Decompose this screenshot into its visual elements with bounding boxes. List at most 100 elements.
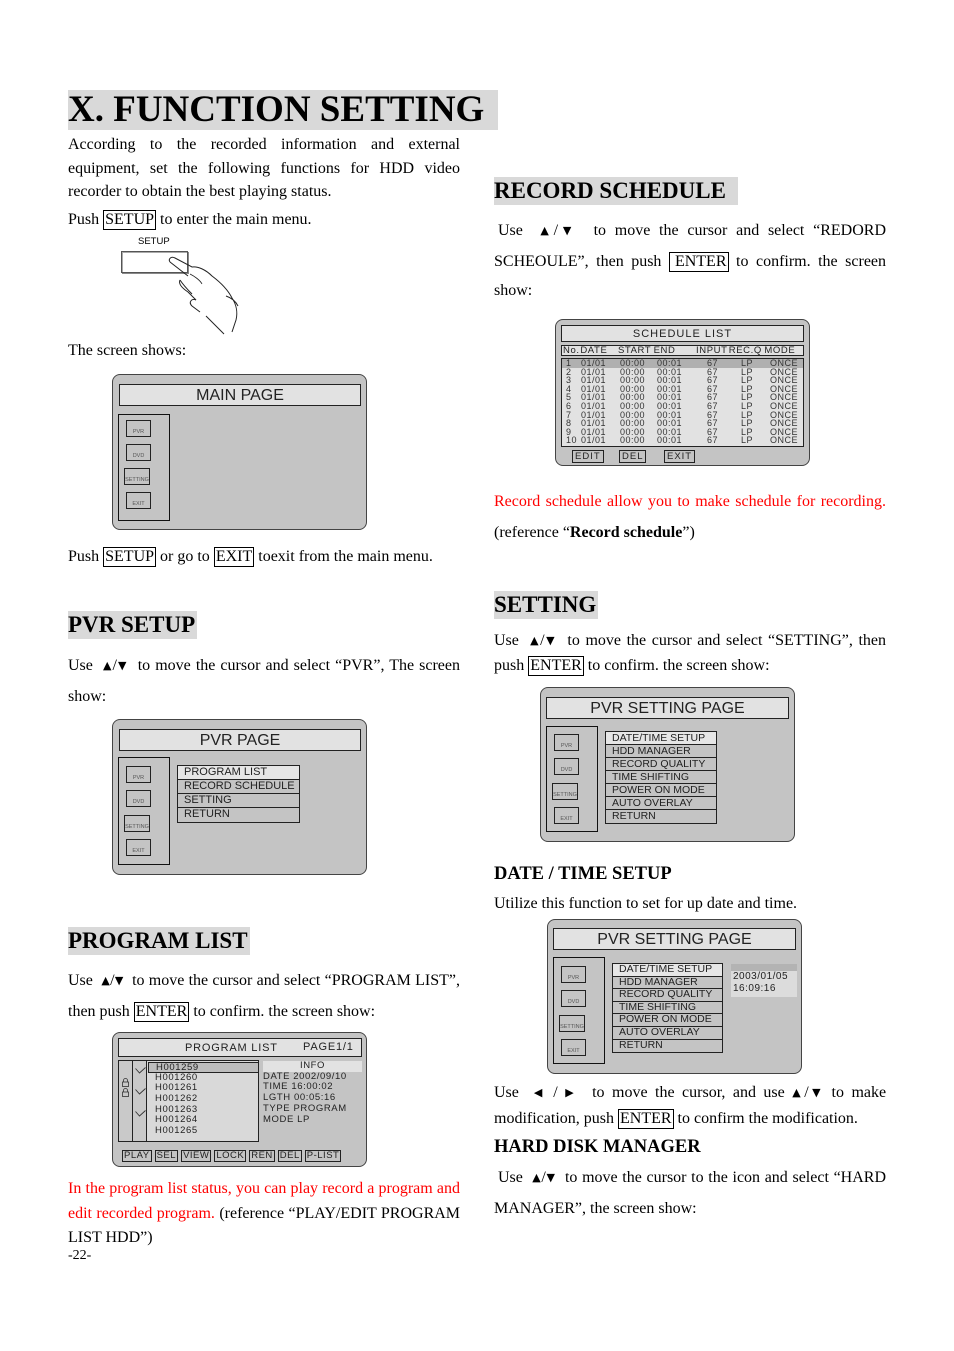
setting-heading: SETTING bbox=[494, 591, 599, 619]
schedule-cell-rec-quality: LP bbox=[741, 435, 754, 446]
dvd-icon-button[interactable]: DVD bbox=[561, 990, 586, 1007]
schedule-header-col-mode: MODE bbox=[764, 345, 796, 356]
up-arrow-icon: ▲ bbox=[101, 974, 111, 987]
program-list-note: In the program list status, you can play… bbox=[68, 1177, 460, 1251]
pvr-page-icon-panel: PVR DVD SETTING EXIT bbox=[118, 757, 170, 865]
up-arrow-icon: ▲ bbox=[532, 1171, 542, 1184]
pvr-setting-menu: DATE/TIME SETUP HDD MANAGER RECORD QUALI… bbox=[605, 731, 717, 824]
menu-item-auto-overlay[interactable]: AUTO OVERLAY bbox=[606, 797, 716, 810]
playlist-button[interactable]: P-LIST bbox=[304, 1150, 342, 1162]
menu-item-date-time-setup[interactable]: DATE/TIME SETUP bbox=[613, 963, 722, 977]
check-icon bbox=[135, 1083, 146, 1096]
play-button[interactable]: PLAY bbox=[122, 1150, 152, 1162]
lock-icon bbox=[122, 1074, 129, 1087]
date-time-menu: DATE/TIME SETUP HDD MANAGER RECORD QUALI… bbox=[612, 963, 723, 1054]
menu-item-record-quality[interactable]: RECORD QUALITY bbox=[606, 758, 716, 771]
pvr-page-menu: PROGRAM LIST RECORD SCHEDULE SETTING RET… bbox=[177, 765, 300, 823]
exit-icon-button[interactable]: EXIT bbox=[126, 839, 151, 856]
menu-item-power-on-mode[interactable]: POWER ON MODE bbox=[606, 784, 716, 797]
date-time-heading: DATE / TIME SETUP bbox=[494, 864, 672, 884]
menu-item-return[interactable]: RETURN bbox=[613, 1039, 722, 1053]
rename-button[interactable]: REN bbox=[249, 1150, 275, 1162]
intro-paragraph: According to the recorded information an… bbox=[68, 136, 460, 200]
menu-item-record-quality[interactable]: RECORD QUALITY bbox=[613, 989, 722, 1002]
menu-item-date-time-setup[interactable]: DATE/TIME SETUP bbox=[606, 732, 716, 745]
schedule-cell-no: 10 bbox=[566, 435, 578, 446]
exit-icon-button[interactable]: EXIT bbox=[126, 492, 151, 509]
lock-icon bbox=[122, 1084, 129, 1098]
schedule-cell-input: 67 bbox=[707, 435, 719, 446]
date-time-screen-title: PVR SETTING PAGE bbox=[553, 928, 796, 950]
menu-item-hdd-manager[interactable]: HDD MANAGER bbox=[606, 745, 716, 758]
remote-setup-illustration: SETUP bbox=[118, 236, 248, 336]
schedule-header-col-date: DATE bbox=[580, 345, 608, 356]
schedule-header-col-input: INPUT bbox=[696, 345, 728, 356]
pvr-icon-button[interactable]: PVR bbox=[554, 734, 579, 751]
schedule-column-headers: No. DATE START END INPUT REC.Q MODE bbox=[561, 345, 804, 356]
hdd-manager-text: Use ▲/▼ to move the cursor to the icon a… bbox=[494, 1163, 886, 1223]
main-page-screen: MAIN PAGE PVR DVD SETTING EXIT bbox=[112, 374, 367, 530]
setup-key: SETUP bbox=[103, 547, 157, 567]
schedule-cell-start: 00:00 bbox=[620, 435, 646, 446]
pvr-icon-button[interactable]: PVR bbox=[561, 966, 586, 983]
exit-key: EXIT bbox=[213, 547, 255, 567]
setting-icon-button[interactable]: SETTING bbox=[124, 468, 150, 485]
exit-button[interactable]: EXIT bbox=[664, 450, 696, 463]
slash: / bbox=[553, 1084, 558, 1101]
main-page-icon-panel: PVR DVD SETTING EXIT bbox=[118, 414, 170, 521]
setting-icon-button[interactable]: SETTING bbox=[124, 815, 150, 832]
select-button[interactable]: SEL bbox=[154, 1150, 179, 1162]
left-arrow-icon: ◀ bbox=[533, 1086, 546, 1099]
schedule-list-title: SCHEDULE LIST bbox=[561, 325, 804, 342]
program-list-text: Use ▲/▼ to move the cursor and select “P… bbox=[68, 966, 460, 1026]
pvr-setup-text: Use ▲/▼ to move the cursor and select “P… bbox=[68, 651, 460, 711]
menu-item-program-list[interactable]: PROGRAM LIST bbox=[178, 766, 299, 780]
up-arrow-icon: ▲ bbox=[530, 634, 541, 647]
menu-item-return[interactable]: RETURN bbox=[178, 808, 299, 822]
page-indicator: PAGE1/1 bbox=[303, 1041, 354, 1053]
exit-note-suffix: toexit from the main menu. bbox=[258, 548, 433, 565]
date-time-value-panel: 2003/01/05 16:09:16 bbox=[731, 964, 797, 997]
menu-item-return[interactable]: RETURN bbox=[606, 810, 716, 823]
schedule-cell-end: 00:01 bbox=[657, 435, 683, 446]
dvd-icon-button[interactable]: DVD bbox=[554, 758, 579, 775]
page-title-block: X. FUNCTION SETTING bbox=[68, 90, 499, 130]
exit-icon-button[interactable]: EXIT bbox=[554, 807, 579, 824]
slash: / bbox=[804, 1084, 809, 1101]
date-field[interactable]: 2003/01/05 bbox=[731, 971, 797, 983]
edit-button[interactable]: EDIT bbox=[572, 450, 604, 463]
menu-item-time-shifting[interactable]: TIME SHIFTING bbox=[606, 771, 716, 784]
delete-button[interactable]: DEL bbox=[277, 1150, 302, 1162]
menu-item-setting[interactable]: SETTING bbox=[178, 794, 299, 808]
date-time-text: Utilize this function to set for up date… bbox=[494, 895, 798, 912]
main-page-title: MAIN PAGE bbox=[119, 384, 361, 406]
setting-icon-button[interactable]: SETTING bbox=[559, 1015, 585, 1032]
time-field[interactable]: 16:09:16 bbox=[731, 983, 797, 995]
use-word: Use bbox=[68, 972, 93, 989]
down-arrow-icon: ▼ bbox=[544, 634, 557, 647]
view-button[interactable]: VIEW bbox=[181, 1150, 212, 1162]
menu-item-record-schedule[interactable]: RECORD SCHEDULE bbox=[178, 780, 299, 794]
pvr-icon-button[interactable]: PVR bbox=[126, 766, 151, 783]
record-schedule-note-ref-bold: Record schedule bbox=[569, 524, 683, 541]
schedule-list-screen: SCHEDULE LIST No. DATE START END INPUT REC.Q M… bbox=[555, 319, 810, 466]
delete-button[interactable]: DEL bbox=[619, 450, 647, 463]
use-word: Use bbox=[498, 1169, 523, 1186]
menu-item-auto-overlay[interactable]: AUTO OVERLAY bbox=[613, 1026, 722, 1040]
exit-icon-button[interactable]: EXIT bbox=[561, 1039, 586, 1056]
lock-button[interactable]: LOCK bbox=[214, 1150, 247, 1162]
pvr-setup-heading: PVR SETUP bbox=[68, 611, 198, 639]
program-row[interactable]: H001265 bbox=[148, 1125, 259, 1137]
schedule-header-col-rec-quality: REC.Q bbox=[728, 345, 762, 356]
use-word: Use bbox=[494, 632, 519, 649]
dvd-icon-button[interactable]: DVD bbox=[126, 444, 151, 461]
schedule-row[interactable]: 10 01/01 00:00 00:01 67 LP ONCE bbox=[562, 436, 803, 445]
info-panel: INFO DATE 2002/09/10 TIME 16:00:02 LGTH … bbox=[263, 1060, 362, 1125]
setting-icon-button[interactable]: SETTING bbox=[552, 783, 578, 800]
date-time-instructions-1: to move the cursor, and use bbox=[592, 1084, 785, 1101]
info-type: TYPE PROGRAM bbox=[263, 1102, 347, 1114]
pvr-icon-button[interactable]: PVR bbox=[126, 420, 151, 437]
pvr-setting-screen: PVR SETTING PAGE PVR DVD SETTING EXIT DA… bbox=[540, 687, 795, 842]
dvd-icon-button[interactable]: DVD bbox=[126, 790, 151, 807]
pvr-setting-title: PVR SETTING PAGE bbox=[546, 697, 789, 719]
